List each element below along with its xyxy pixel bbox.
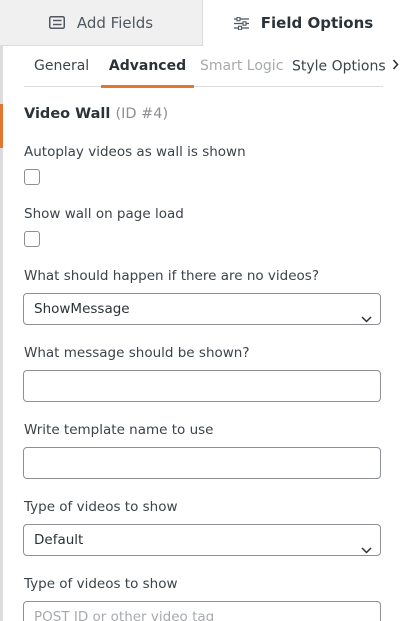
subtab-style-options[interactable]: Style Options xyxy=(292,46,399,87)
template-label: Write template name to use xyxy=(24,422,214,438)
panel-tabs: Add Fields Field Options xyxy=(0,0,404,46)
subtab-general[interactable]: General xyxy=(34,46,89,87)
template-input[interactable] xyxy=(23,447,381,479)
show-on-load-checkbox[interactable] xyxy=(24,231,40,247)
no-videos-label: What should happen if there are no video… xyxy=(24,268,320,284)
subtab-advanced[interactable]: Advanced xyxy=(101,46,194,88)
video-tag-label: Type of videos to show xyxy=(24,576,178,592)
chevron-right-icon[interactable] xyxy=(392,46,399,87)
show-on-load-label: Show wall on page load xyxy=(24,206,184,222)
video-tag-input[interactable]: POST ID or other video tag xyxy=(23,601,381,621)
field-id: (ID #4) xyxy=(115,106,169,122)
subtab-style-options-label: Style Options xyxy=(292,58,386,75)
chevron-down-icon xyxy=(361,304,372,334)
sliders-icon xyxy=(233,16,249,30)
autoplay-checkbox[interactable] xyxy=(24,169,40,185)
video-type-select-value: Default xyxy=(34,532,84,548)
tab-add-fields[interactable]: Add Fields xyxy=(0,0,203,46)
message-input[interactable] xyxy=(23,370,381,402)
chevron-down-icon xyxy=(361,535,372,565)
tab-field-options-label: Field Options xyxy=(260,14,374,32)
no-videos-select-value: ShowMessage xyxy=(34,301,130,317)
field-title: Video Wall (ID #4) xyxy=(24,106,168,122)
autoplay-label: Autoplay videos as wall is shown xyxy=(24,144,246,160)
active-field-indicator xyxy=(0,104,3,148)
message-label: What message should be shown? xyxy=(24,345,250,361)
no-videos-select[interactable]: ShowMessage xyxy=(23,293,381,325)
tab-field-options[interactable]: Field Options xyxy=(203,0,404,46)
tab-add-fields-label: Add Fields xyxy=(76,13,154,32)
options-subtabs: General Advanced Smart Logic Style Optio… xyxy=(24,46,399,88)
subtab-smart-logic[interactable]: Smart Logic xyxy=(200,46,283,87)
field-title-name: Video Wall xyxy=(24,106,111,122)
video-type-label: Type of videos to show xyxy=(24,499,178,515)
list-icon xyxy=(48,16,65,29)
video-type-select[interactable]: Default xyxy=(23,524,381,556)
